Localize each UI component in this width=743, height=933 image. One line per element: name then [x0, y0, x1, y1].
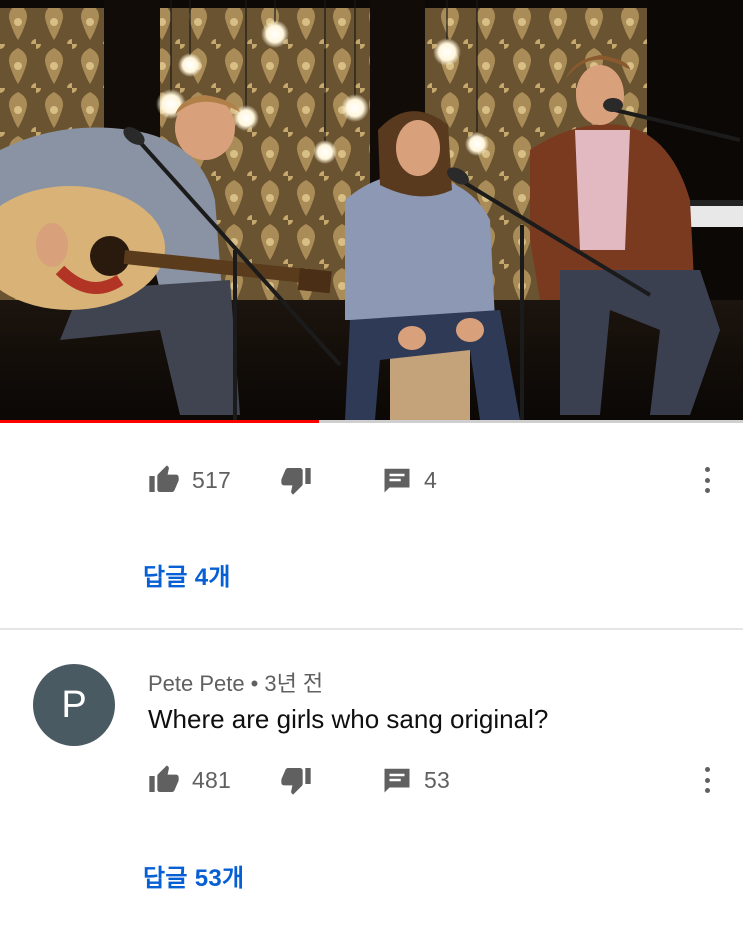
- comment-meta: Pete Pete • 3년 전: [148, 666, 323, 698]
- comment-text: Where are girls who sang original?: [148, 704, 549, 734]
- thumbs-up-icon: [149, 465, 179, 492]
- video-frame: [0, 0, 743, 423]
- video-progress-fill: [0, 420, 320, 423]
- like-count: 481: [192, 766, 231, 793]
- meta-separator: •: [250, 671, 259, 696]
- reply-count: 53: [424, 766, 450, 793]
- view-replies-link[interactable]: 답글 4개: [143, 557, 231, 592]
- comment-author[interactable]: Pete Pete: [148, 671, 245, 696]
- more-vert-icon: [704, 767, 710, 772]
- comment-time: 3년 전: [264, 671, 324, 696]
- video-progress-bar[interactable]: [0, 420, 743, 423]
- comment-actions: 517 4: [0, 460, 743, 500]
- more-options-button[interactable]: [697, 764, 717, 796]
- avatar[interactable]: P: [33, 664, 115, 746]
- comment-divider: [0, 628, 743, 630]
- thumbs-up-icon: [149, 765, 179, 792]
- reply-button[interactable]: 4: [382, 460, 437, 500]
- dislike-button[interactable]: [280, 460, 312, 500]
- reply-count: 4: [424, 466, 437, 493]
- like-button[interactable]: 517: [148, 460, 231, 500]
- thumbs-down-icon: [281, 468, 311, 495]
- more-vert-icon: [704, 467, 710, 472]
- comment-icon: [384, 468, 410, 493]
- more-options-button[interactable]: [697, 464, 717, 496]
- comment-actions: 481 53: [0, 760, 743, 800]
- dislike-button[interactable]: [280, 760, 312, 800]
- like-button[interactable]: 481: [148, 760, 231, 800]
- comment-icon: [384, 768, 410, 793]
- reply-button[interactable]: 53: [382, 760, 450, 800]
- thumbs-down-icon: [281, 768, 311, 795]
- view-replies-link[interactable]: 답글 53개: [143, 858, 244, 893]
- video-player[interactable]: [0, 0, 743, 423]
- like-count: 517: [192, 466, 231, 493]
